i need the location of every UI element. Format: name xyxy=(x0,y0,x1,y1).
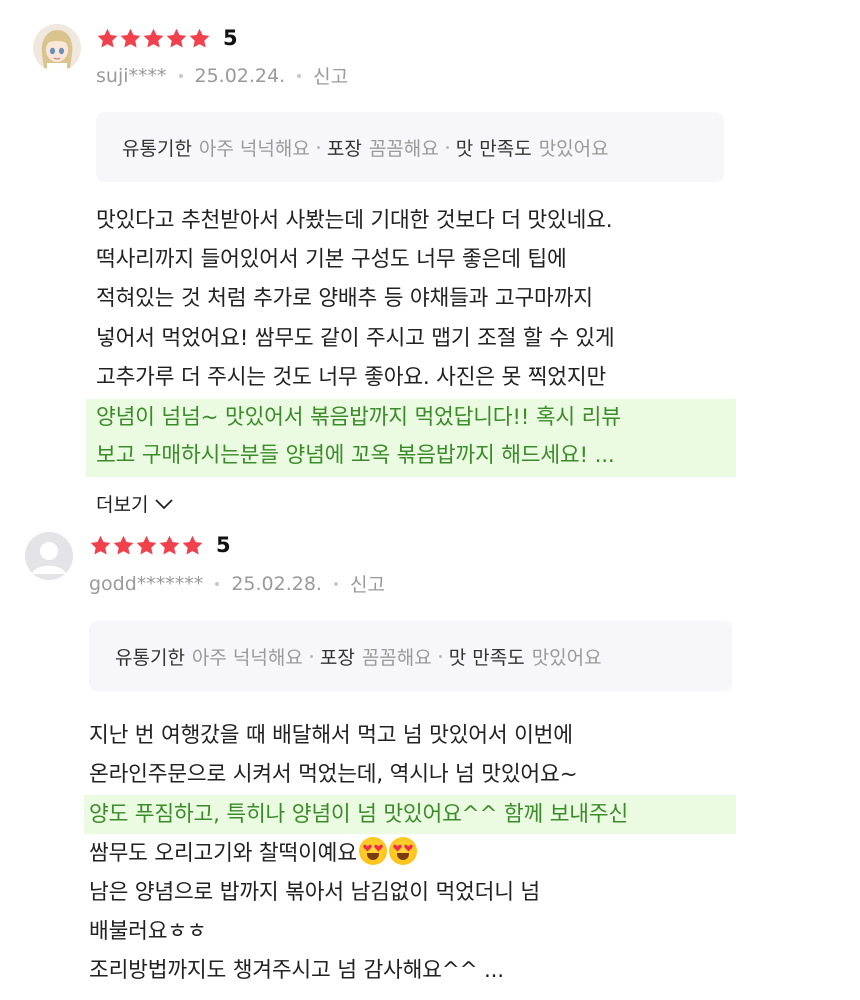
highlighted-text-line: 보고 구매하시는분들 양념에 꼬옥 볶음밥까지 해드세요! ... xyxy=(96,437,615,474)
star-icon xyxy=(96,27,119,50)
separator-dot xyxy=(297,73,302,78)
tag-label: 맛 만족도 xyxy=(455,137,532,160)
rating-score: 5 xyxy=(223,26,238,50)
rating-score: 5 xyxy=(216,533,231,557)
review-tags: 유통기한 아주 넉넉해요 포장 꼼꼼해요 맛 만족도 맛있어요 xyxy=(89,621,732,691)
tag-label: 유통기한 xyxy=(115,646,185,669)
tag-label: 포장 xyxy=(326,137,362,160)
report-link[interactable]: 신고 xyxy=(313,62,348,89)
more-button-label: 더보기 xyxy=(96,494,149,516)
star-icon xyxy=(158,534,181,557)
review-meta: godd******* 25.02.28. 신고 xyxy=(89,570,385,597)
rating-stars: 5 xyxy=(89,534,231,557)
review-text-span: 쌈무도 오리고기와 찰떡이예요 xyxy=(89,841,357,866)
highlighted-text: 양념이 넘넘~ 맛있어서 볶음밥까지 먹었답니다!! 혹시 리뷰 xyxy=(96,405,621,430)
highlighted-text: 보고 구매하시는분들 양념에 꼬옥 볶음밥까지 해드세요! ... xyxy=(96,443,615,468)
tag-value: 맛있어요 xyxy=(531,646,602,669)
review-meta: suji**** 25.02.24. 신고 xyxy=(96,62,348,89)
separator-dot xyxy=(316,145,320,149)
star-icon xyxy=(165,27,188,50)
tag-value: 아주 넉넉해요 xyxy=(198,137,310,160)
tag-value: 꼼꼼해요 xyxy=(368,137,439,160)
star-icon xyxy=(188,27,211,50)
heart-eyes-emoji-icon xyxy=(388,837,417,865)
star-icon xyxy=(89,534,112,557)
review-date: 25.02.24. xyxy=(194,64,286,87)
separator-dot xyxy=(215,581,220,586)
review-text-line: 조리방법까지도 챙겨주시고 넘 감사해요^^ ... xyxy=(89,958,504,983)
review-text-line: 지난 번 여행갔을 때 배달해서 먹고 넘 맛있어서 이번에 xyxy=(89,723,573,748)
tag-label: 유통기한 xyxy=(122,137,192,160)
rating-stars: 5 xyxy=(96,27,238,50)
review-text-line: 쌈무도 오리고기와 찰떡이예요 xyxy=(89,835,417,872)
star-icon xyxy=(142,27,165,50)
star-icon xyxy=(135,534,158,557)
review-text-line: 고추가루 더 주시는 것도 너무 좋아요. 사진은 못 찍었지만 xyxy=(96,365,607,390)
avatar[interactable] xyxy=(33,24,81,72)
review-date: 25.02.28. xyxy=(231,572,322,595)
star-icon xyxy=(181,534,204,557)
heart-eyes-emoji-icon xyxy=(358,837,387,865)
review-text-line: 적혀있는 것 처럼 추가로 양배추 등 야채들과 고구마까지 xyxy=(96,286,593,311)
tag-value: 꼼꼼해요 xyxy=(361,646,432,669)
review-text-line: 남은 양념으로 밥까지 볶아서 남김없이 먹었더니 넘 xyxy=(89,880,540,905)
separator-dot xyxy=(333,581,338,586)
highlighted-text-line: 양념이 넘넘~ 맛있어서 볶음밥까지 먹었답니다!! 혹시 리뷰 xyxy=(96,399,621,436)
highlighted-text: 양도 푸짐하고, 특히나 양념이 넘 맛있어요^^ 함께 보내주신 xyxy=(89,802,629,827)
reviewer-id: godd******* xyxy=(89,572,204,595)
highlighted-text-line: 양도 푸짐하고, 특히나 양념이 넘 맛있어요^^ 함께 보내주신 xyxy=(89,796,628,833)
separator-dot xyxy=(445,145,449,149)
separator-dot xyxy=(309,654,313,658)
review-card: 5 godd******* 25.02.28. 신고 유통기한 아주 넉넉해요 … xyxy=(0,520,860,1000)
report-link[interactable]: 신고 xyxy=(350,570,385,597)
review-card: 5 suji**** 25.02.24. 신고 유통기한 아주 넉넉해요 포장 … xyxy=(0,0,860,520)
review-tags: 유통기한 아주 넉넉해요 포장 꼼꼼해요 맛 만족도 맛있어요 xyxy=(96,112,724,182)
review-text-line: 떡사리까지 들어있어서 기본 구성도 너무 좋은데 팁에 xyxy=(96,247,567,272)
star-icon xyxy=(112,534,135,557)
separator-dot xyxy=(178,73,183,78)
review-text-line: 온라인주문으로 시켜서 먹었는데, 역시나 넘 맛있어요~ xyxy=(89,762,578,787)
review-text-line: 배불러요ㅎㅎ xyxy=(89,919,207,944)
separator-dot xyxy=(438,654,442,658)
tag-label: 포장 xyxy=(319,646,355,669)
tag-value: 맛있어요 xyxy=(538,137,609,160)
tag-label: 맛 만족도 xyxy=(448,646,525,669)
reviewer-id: suji**** xyxy=(96,64,167,87)
tag-value: 아주 넉넉해요 xyxy=(191,646,303,669)
more-button[interactable]: 더보기 xyxy=(96,490,174,517)
review-text-line: 넣어서 먹었어요! 쌈무도 같이 주시고 맵기 조절 할 수 있게 xyxy=(96,326,615,351)
avatar[interactable] xyxy=(25,532,73,580)
star-icon xyxy=(119,27,142,50)
chevron-down-icon xyxy=(155,498,174,509)
review-text-line: 맛있다고 추천받아서 사봤는데 기대한 것보다 더 맛있네요. xyxy=(96,208,613,233)
